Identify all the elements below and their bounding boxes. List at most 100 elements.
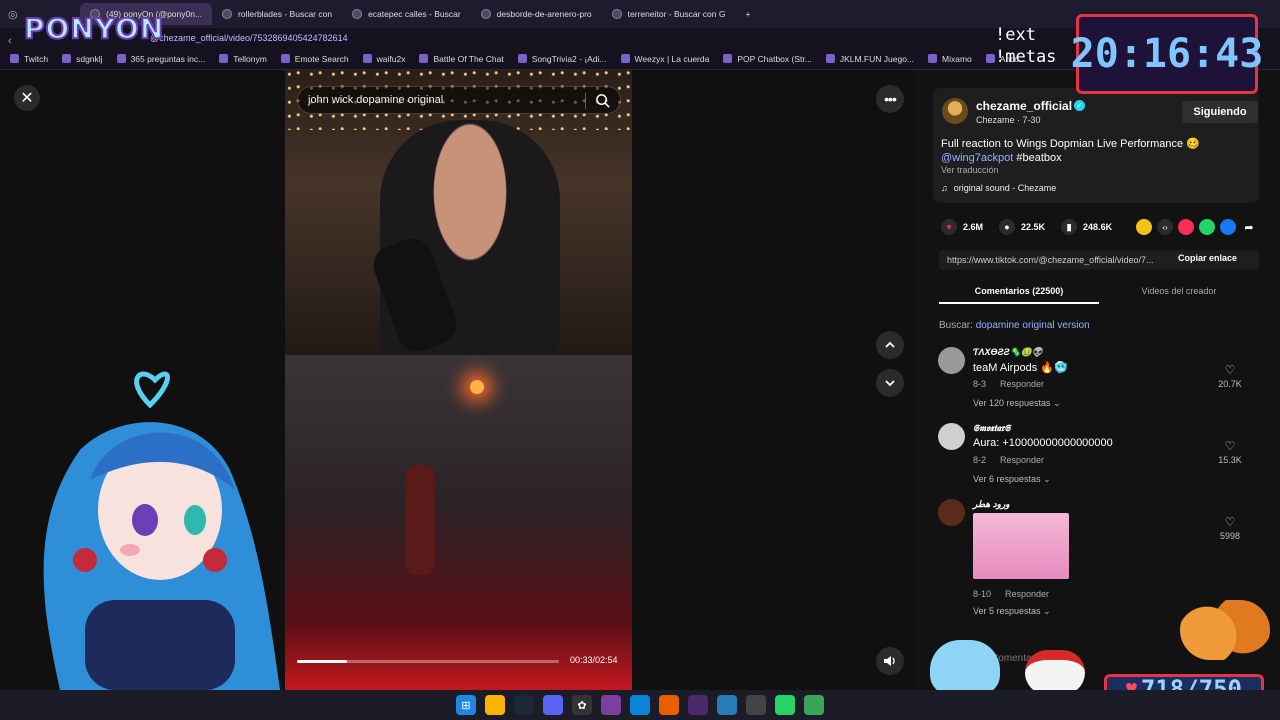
reply-button[interactable]: Responder [1000, 379, 1044, 389]
video-progress-bar[interactable] [297, 660, 559, 663]
bookmark-item[interactable]: Mixamo [928, 54, 972, 64]
bookmark-item[interactable]: Twitch [10, 54, 48, 64]
comment-like-button[interactable]: ♡ 20.7K [1210, 363, 1250, 389]
search-divider [585, 93, 586, 109]
vscode-icon[interactable] [717, 695, 737, 715]
tiktok-icon[interactable]: ◎ [8, 8, 18, 21]
back-icon[interactable]: ‹ [8, 35, 18, 47]
comment-author[interactable]: ورود هطر [973, 499, 1010, 510]
speaker-icon [884, 656, 895, 666]
whatsapp-icon[interactable] [775, 695, 795, 715]
comment-like-button[interactable]: ♡ 15.3K [1210, 439, 1250, 465]
reply-button[interactable]: Responder [1000, 455, 1044, 465]
embed-icon[interactable]: ‹› [1157, 219, 1173, 235]
post-description: Full reaction to Wings Dopmian Live Perf… [941, 137, 1241, 165]
comment-author[interactable]: ƬΛXӨƧƧ🦠🤢👽 [973, 347, 1043, 358]
windows-start-icon[interactable]: ⊞ [456, 695, 476, 715]
facebook-icon[interactable] [1220, 219, 1236, 235]
bookmark-item[interactable]: Tellonym [219, 54, 267, 64]
next-video-button[interactable] [876, 369, 904, 397]
video-performance-frame[interactable] [285, 355, 632, 690]
bookmark-item[interactable]: Weezyx | La cuerda [620, 54, 709, 64]
like-button[interactable]: ♥ 2.6M [941, 219, 983, 235]
view-replies-button[interactable]: Ver 5 respuestas ⌄ [973, 606, 1051, 617]
bookmark-item[interactable]: SongTrivia2 - ¡Adi... [517, 54, 607, 64]
bookmark-icon: ▮ [1061, 219, 1078, 235]
new-tab-button[interactable]: + [735, 3, 760, 25]
close-button[interactable]: ✕ [14, 85, 40, 111]
firefox-icon[interactable] [659, 695, 679, 715]
music-note-icon: ♫ [941, 183, 948, 193]
repost-icon[interactable] [1136, 219, 1152, 235]
obs-icon[interactable] [746, 695, 766, 715]
creator-name[interactable]: chezame_official [976, 99, 1072, 113]
comment-item: 𝕾𝖒𝖔𝖝𝖙𝖆𝖗𝕾 Aura: +10000000000000000 8-2 Res… [938, 423, 1268, 488]
video-search-input[interactable]: john wick dopamine original [297, 86, 621, 114]
tab-creator-videos[interactable]: Videos del creador [1099, 282, 1259, 304]
hashtag-link[interactable]: #beatbox [1016, 152, 1061, 164]
bookmark-item[interactable]: POP Chatbox (Str... [723, 54, 812, 64]
app-icon[interactable] [601, 695, 621, 715]
view-replies-button[interactable]: Ver 120 respuestas ⌄ [973, 398, 1061, 409]
save-count: 248.6K [1083, 222, 1113, 232]
avatar[interactable] [938, 347, 965, 374]
app-icon[interactable] [804, 695, 824, 715]
engagement-stats: ♥ 2.6M ● 22.5K ▮ 248.6K [941, 218, 1122, 236]
save-button[interactable]: ▮ 248.6K [1061, 219, 1112, 235]
bookmark-label: sdgnklj [76, 53, 103, 64]
reply-button[interactable]: Responder [1005, 589, 1049, 599]
app-icon[interactable] [688, 695, 708, 715]
chevron-up-icon [885, 341, 895, 348]
avatar[interactable] [942, 98, 968, 124]
share-icon[interactable]: ➦ [1241, 219, 1257, 235]
avatar[interactable] [938, 499, 965, 526]
comment-like-button[interactable]: ♡ 5998 [1210, 515, 1250, 541]
sound-link[interactable]: ♫ original sound - Chezame [941, 183, 1056, 193]
stream-clock: 20:16:43 [1071, 14, 1263, 94]
browser-tab-1[interactable]: rollerblades - Buscar con [212, 3, 342, 25]
browser-tab-4[interactable]: terreneitor - Buscar con G [602, 3, 736, 25]
video-time: 00:33/02:54 [570, 655, 618, 665]
more-options-button[interactable]: ••• [876, 85, 904, 113]
santa-mascot [1025, 650, 1085, 695]
tab-comments[interactable]: Comentarios (22500) [939, 282, 1099, 304]
file-explorer-icon[interactable] [485, 695, 505, 715]
browser-tab-3[interactable]: desborde-de-arenero-pro [471, 3, 602, 25]
discord-icon[interactable] [543, 695, 563, 715]
google-favicon-icon [222, 9, 233, 19]
sticker-image [973, 513, 1069, 579]
close-icon: ✕ [20, 90, 34, 107]
chevron-down-icon [885, 380, 895, 387]
copy-link-button[interactable]: Copiar enlace [1178, 253, 1237, 263]
translate-link[interactable]: Ver traducción [941, 165, 999, 175]
previous-video-button[interactable] [876, 331, 904, 359]
view-replies-button[interactable]: Ver 6 respuestas ⌄ [973, 474, 1051, 485]
bookmark-item[interactable]: JKLM.FUN Juego... [825, 53, 915, 64]
url-text: @chezame_official/video/7532869405424782… [150, 33, 348, 43]
more-icon: ••• [884, 91, 897, 107]
panel-tabs: Comentarios (22500) Videos del creador [939, 282, 1259, 304]
following-button[interactable]: Siguiendo [1182, 101, 1258, 123]
send-icon[interactable] [1178, 219, 1194, 235]
comment-text: Aura: +10000000000000000 [973, 437, 1113, 449]
browser-tab-2[interactable]: ecatepec calles - Buscar [342, 3, 471, 25]
bookmark-item[interactable]: Battle Of The Chat [419, 54, 504, 64]
mention-link[interactable]: @wing7ackpot [941, 152, 1013, 164]
browser-nav: ◎ ‹ [8, 8, 18, 47]
search-icon[interactable] [595, 93, 610, 108]
volume-button[interactable] [876, 647, 904, 675]
chatgpt-icon[interactable]: ✿ [572, 695, 592, 715]
bookmark-item[interactable]: sdgnklj [62, 53, 103, 64]
bookmark-item[interactable]: waifu2x [362, 54, 405, 64]
whatsapp-icon[interactable] [1199, 219, 1215, 235]
bookmark-item[interactable]: 365 preguntas inc... [116, 54, 205, 64]
edge-icon[interactable] [630, 695, 650, 715]
steam-icon[interactable] [514, 695, 534, 715]
bookmark-item[interactable]: Emote Search [280, 54, 349, 64]
search-suggestion[interactable]: Buscar: dopamine original version [939, 320, 1090, 331]
comment-button[interactable]: ● 22.5K [999, 219, 1045, 235]
avatar[interactable] [938, 423, 965, 450]
bookmark-label: JKLM.FUN Juego... [839, 53, 915, 64]
chevron-down-icon: ⌄ [1043, 606, 1051, 616]
comment-author[interactable]: 𝕾𝖒𝖔𝖝𝖙𝖆𝖗𝕾 [973, 423, 1010, 434]
